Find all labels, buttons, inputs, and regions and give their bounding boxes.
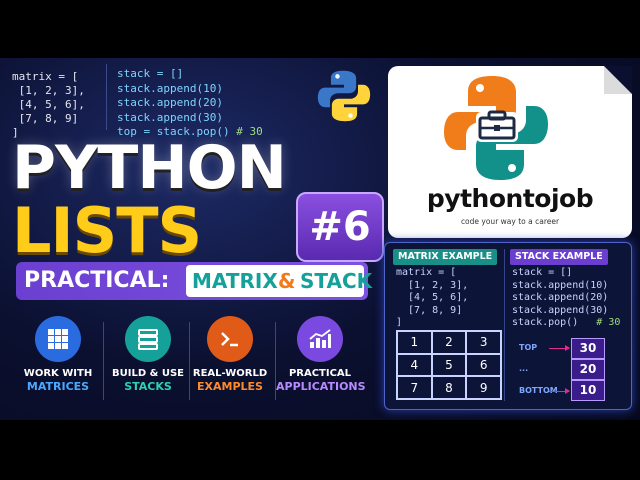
matrix-cell: 4	[397, 353, 432, 377]
stack-top-arrow	[549, 345, 570, 351]
matrix-cell: 5	[431, 353, 467, 377]
code-line: stack.pop()	[512, 317, 579, 328]
code-line: ]	[396, 317, 403, 328]
feature-line-2: EXAMPLES	[197, 380, 263, 393]
matrix-cell: 2	[431, 331, 467, 354]
code-line: stack.append(10)	[512, 279, 609, 291]
feature-line-1: REAL-WORLD	[192, 368, 268, 379]
stack-example-code: stack = [] stack.append(10) stack.append…	[512, 267, 620, 330]
thumbnail: matrix = [ [1, 2, 3], [4, 5, 6], [7, 8, …	[0, 0, 640, 480]
code-line: stack.append(30)	[117, 110, 223, 124]
feature-matrices: WORK WITH MATRICES	[14, 316, 102, 393]
subtitle-ampersand: &	[278, 269, 296, 293]
matrix-cell: 9	[466, 376, 501, 399]
terminal-icon	[207, 316, 253, 362]
stack-item: 10	[571, 380, 605, 401]
brand-tagline: code your way to a career	[460, 217, 560, 226]
subtitle-prefix: PRACTICAL:	[24, 268, 170, 293]
feature-line-2: APPLICATIONS	[276, 380, 366, 393]
stack-code-snippet: stack = [] stack.append(10) stack.append…	[117, 67, 263, 140]
stack-example-label: STACK EXAMPLE	[510, 249, 608, 265]
feature-line-2: MATRICES	[26, 380, 90, 393]
stack-middle-label: ...	[519, 364, 529, 373]
code-line: stack.append(20)	[117, 96, 223, 109]
subtitle-banner: PRACTICAL: MATRIX & STACK	[16, 262, 372, 300]
page-fold	[604, 66, 632, 94]
code-line: matrix = [	[396, 267, 457, 278]
matrix-example-code: matrix = [ [1, 2, 3], [4, 5, 6], [7, 8, …	[396, 267, 468, 330]
letterbox-bottom	[0, 420, 640, 480]
code-line: [4, 5, 6],	[396, 292, 469, 303]
subtitle-topic-box: MATRIX & STACK	[186, 265, 372, 297]
stack-top-label: TOP	[519, 343, 538, 352]
grid-icon	[35, 316, 81, 362]
feature-line-2: STACKS	[124, 380, 172, 393]
code-comment: # 30	[596, 317, 621, 328]
title-line-1: PYTHON	[12, 133, 287, 203]
matrix-cell: 6	[466, 353, 501, 377]
feature-applications: PRACTICAL APPLICATIONS	[276, 316, 366, 393]
matrix-cell: 8	[431, 376, 467, 399]
feature-line-1: BUILD & USE	[112, 368, 184, 379]
feature-line-1: WORK WITH	[23, 368, 93, 379]
code-line: [7, 8, 9]	[396, 304, 463, 316]
stack-item: 30	[571, 338, 605, 359]
chart-up-icon	[297, 316, 343, 362]
panel-divider	[504, 249, 505, 401]
code-line: stack.append(30)	[512, 304, 609, 316]
matrix-cell: 3	[466, 331, 501, 354]
letterbox-top	[0, 0, 640, 58]
subtitle-stack: STACK	[300, 269, 373, 293]
matrix-grid: 1 2 3 4 5 6 7 8 9	[396, 330, 502, 400]
matrix-cell: 1	[397, 331, 432, 354]
code-line: stack.append(10)	[117, 81, 223, 95]
stack-item: 20	[571, 359, 605, 380]
feature-line-1: PRACTICAL	[288, 368, 352, 379]
python-logo-icon	[317, 70, 371, 122]
episode-badge: #6	[296, 192, 384, 262]
code-divider	[106, 64, 107, 130]
code-line: [1, 2, 3],	[396, 279, 469, 291]
feature-stacks: BUILD & USE STACKS	[104, 316, 192, 393]
stack-bottom-arrow	[549, 388, 570, 394]
pythontojob-logo-icon	[444, 76, 548, 180]
matrix-code-snippet: matrix = [ [1, 2, 3], [4, 5, 6], [7, 8, …	[12, 70, 85, 140]
title-line-2: LISTS	[12, 194, 202, 267]
feature-examples: REAL-WORLD EXAMPLES	[186, 316, 274, 393]
layers-icon	[125, 316, 171, 362]
matrix-cell: 7	[397, 376, 432, 399]
code-line: [4, 5, 6],	[12, 98, 85, 111]
code-line: [1, 2, 3],	[12, 84, 85, 97]
brand-card: pythontojob code your way to a career	[388, 66, 632, 238]
code-line: stack.append(20)	[512, 292, 609, 303]
code-line: stack = []	[117, 67, 184, 80]
brand-name: pythontojob	[426, 184, 594, 213]
matrix-example-label: MATRIX EXAMPLE	[393, 249, 498, 265]
subtitle-matrix: MATRIX	[192, 269, 278, 293]
examples-panel: MATRIX EXAMPLE STACK EXAMPLE matrix = [ …	[384, 242, 632, 410]
code-line: stack = []	[512, 267, 573, 278]
code-line: [7, 8, 9]	[12, 112, 79, 125]
code-line: matrix = [	[12, 70, 79, 83]
